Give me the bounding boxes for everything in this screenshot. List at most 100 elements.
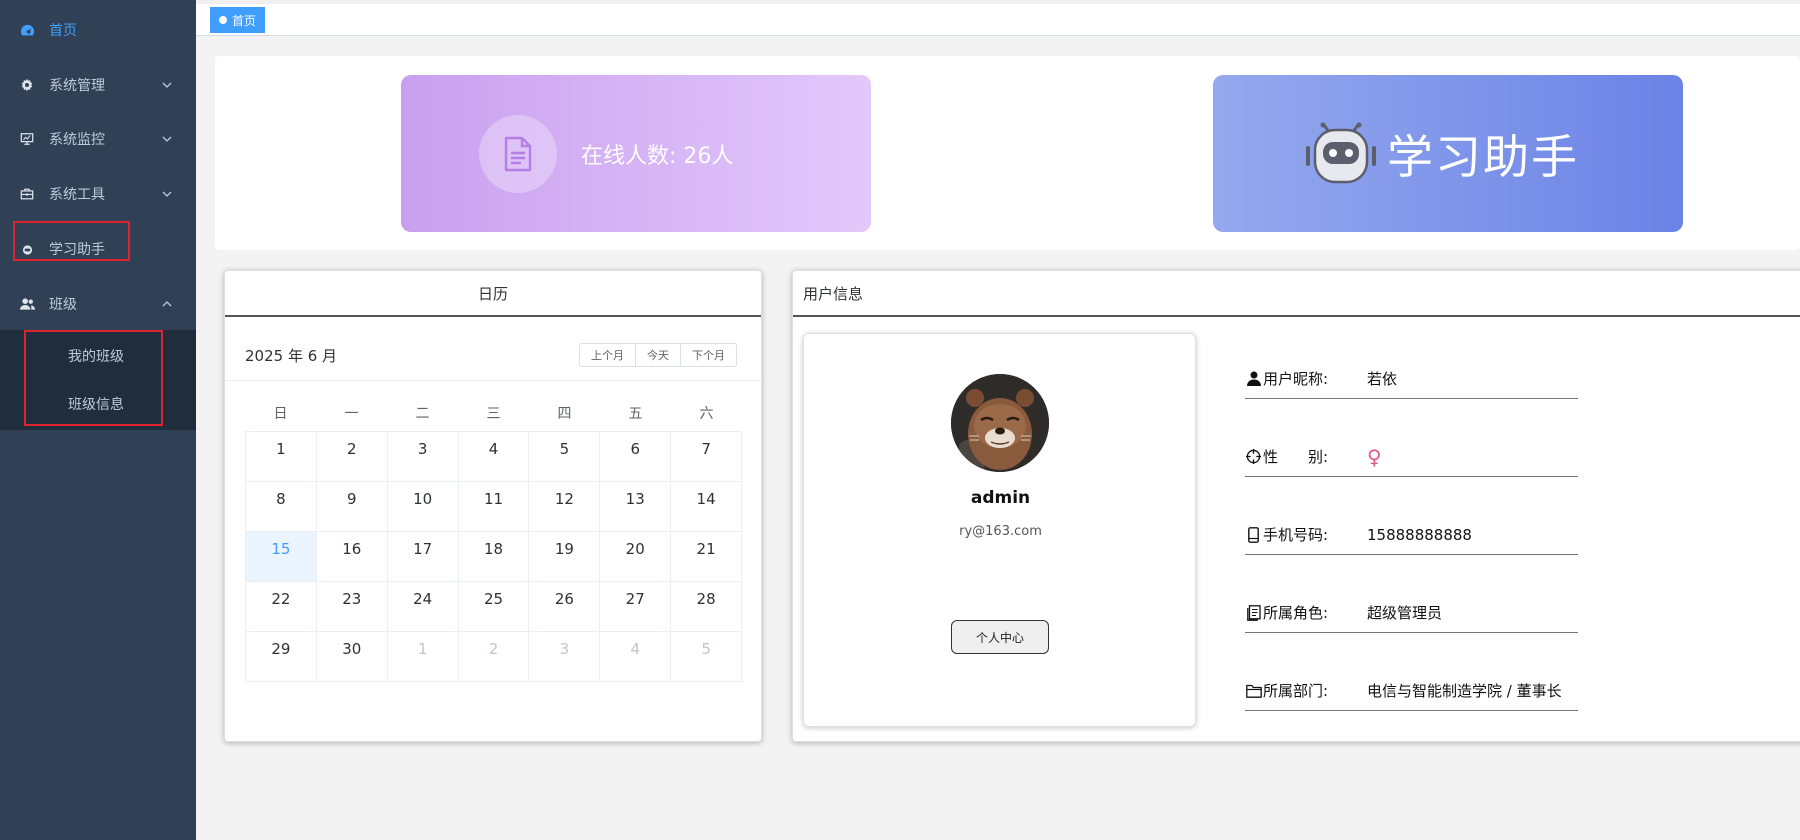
field-label: 所属角色: (1263, 604, 1329, 622)
sidebar-item-label: 我的班级 (68, 349, 124, 365)
calendar-day[interactable]: 14 (671, 482, 743, 532)
calendar-day[interactable]: 9 (316, 482, 388, 532)
calendar-day[interactable]: 28 (671, 582, 743, 632)
target-icon (1245, 448, 1262, 465)
profile-card: admin ry@163.com 个人中心 (803, 333, 1196, 727)
tag-label: 首页 (232, 13, 257, 28)
department-label: 所属部门: (1245, 680, 1367, 701)
sidebar-item-label: 首页 (49, 23, 77, 39)
calendar-day[interactable]: 4 (458, 432, 530, 482)
field-label: 用户昵称: (1263, 370, 1329, 388)
calendar-day[interactable]: 21 (671, 532, 743, 582)
weekday-label: 四 (557, 406, 572, 422)
calendar-day-next-month[interactable]: 1 (387, 632, 459, 682)
calendar-day[interactable]: 30 (316, 632, 388, 682)
gear-icon (19, 77, 35, 93)
calendar-week-row: 15 16 17 18 19 20 21 (246, 532, 743, 582)
tags-view: 首页 (196, 0, 1800, 36)
calendar-day-next-month[interactable]: 4 (600, 632, 672, 682)
calendar-day[interactable]: 6 (600, 432, 672, 482)
online-users-text: 在线人数: 26人 (581, 143, 734, 169)
calendar-day[interactable]: 29 (246, 632, 317, 682)
sidebar-item-system-tools[interactable]: 系统工具 (0, 167, 196, 221)
calendar-day[interactable]: 17 (387, 532, 459, 582)
weekday-label: 二 (415, 406, 430, 422)
calendar-day[interactable]: 10 (387, 482, 459, 532)
calendar-week-row: 22 23 24 25 26 27 28 (246, 582, 743, 632)
calendar-week-row: 29 30 1 2 3 4 5 (246, 632, 743, 682)
calendar-day[interactable]: 27 (600, 582, 672, 632)
sidebar-item-system-monitor[interactable]: 系统监控 (0, 112, 196, 166)
sidebar-item-my-class[interactable]: 我的班级 (0, 332, 196, 380)
dashboard-icon (19, 22, 35, 38)
user-name: admin (970, 488, 1031, 508)
personal-center-button[interactable]: 个人中心 (951, 620, 1049, 654)
calendar-month-title: 2025 年 6 月 (245, 347, 338, 365)
today-button[interactable]: 今天 (635, 343, 681, 367)
chevron-up-icon (160, 301, 174, 307)
study-assistant-card[interactable]: 学习助手 (1213, 75, 1683, 232)
calendar-day[interactable]: 3 (387, 432, 459, 482)
user-info-panel-title: 用户信息 (793, 271, 1800, 317)
info-row-gender: 性 别: ♀ (1245, 437, 1578, 477)
info-row-nickname: 用户昵称: 若依 (1245, 359, 1578, 399)
document-icon (479, 114, 557, 193)
calendar-day-next-month[interactable]: 3 (529, 632, 601, 682)
gender-label: 性 别: (1245, 446, 1367, 467)
calendar-day[interactable]: 26 (529, 582, 601, 632)
calendar-day[interactable]: 2 (316, 432, 388, 482)
sidebar-item-class-info[interactable]: 班级信息 (0, 380, 196, 428)
weekday-label: 日 (273, 406, 288, 422)
calendar-day-today[interactable]: 15 (246, 532, 317, 582)
active-dot-icon (219, 16, 227, 24)
user-email: ry@163.com (959, 524, 1042, 539)
sidebar: 首页 系统管理 系统监控 系统工具 学习助手 班级 我的班级 班级信息 (0, 0, 196, 840)
calendar-day[interactable]: 7 (671, 432, 743, 482)
calendar-day[interactable]: 16 (316, 532, 388, 582)
folder-icon (1245, 682, 1262, 699)
role-value: 超级管理员 (1367, 604, 1443, 622)
calendar-day[interactable]: 24 (387, 582, 459, 632)
calendar-day[interactable]: 12 (529, 482, 601, 532)
calendar-day[interactable]: 19 (529, 532, 601, 582)
calendar-day[interactable]: 8 (246, 482, 317, 532)
info-row-role: 所属角色: 超级管理员 (1245, 593, 1578, 633)
calendar-day-next-month[interactable]: 2 (458, 632, 530, 682)
calendar-day[interactable]: 20 (600, 532, 672, 582)
weekday-header: 日一二三四五六 (245, 395, 742, 431)
calendar-day[interactable]: 11 (458, 482, 530, 532)
sidebar-item-system-management[interactable]: 系统管理 (0, 58, 196, 112)
calendar-day[interactable]: 23 (316, 582, 388, 632)
weekday-label: 一 (344, 406, 359, 422)
phone-icon (1245, 526, 1262, 543)
calendar-day[interactable]: 1 (246, 432, 317, 482)
sidebar-item-label: 班级 (49, 297, 77, 313)
calendar-day[interactable]: 22 (246, 582, 317, 632)
users-icon (19, 296, 35, 312)
next-month-button[interactable]: 下个月 (680, 343, 737, 367)
calendar-panel: 日历 2025 年 6 月 上个月 今天 下个月 日一二三四五六 1234567… (224, 270, 762, 742)
calendar-day[interactable]: 18 (458, 532, 530, 582)
calendar-day[interactable]: 13 (600, 482, 672, 532)
sidebar-item-home[interactable]: 首页 (0, 3, 196, 57)
calendar-week-row: 1234567 (246, 432, 743, 482)
phone-label: 手机号码: (1245, 524, 1367, 545)
calendar-days: 1 2 3 4 5 6 7 8 9 10 11 12 13 14 15 16 17 18 19 20 21 22 23 24 2… (245, 431, 743, 682)
robot-icon (1305, 118, 1377, 190)
phone-value: 15888888888 (1367, 525, 1472, 544)
prev-month-button[interactable]: 上个月 (579, 343, 636, 367)
nickname-value: 若依 (1367, 370, 1398, 388)
sidebar-item-label: 系统工具 (49, 187, 105, 203)
field-label: 手机号码: (1263, 526, 1329, 544)
nickname-label: 用户昵称: (1245, 368, 1367, 389)
field-label: 所属部门: (1263, 682, 1329, 700)
calendar-day-next-month[interactable]: 5 (671, 632, 743, 682)
sidebar-item-study-assistant[interactable]: 学习助手 (0, 222, 196, 276)
avatar[interactable] (951, 374, 1049, 472)
calendar-day[interactable]: 25 (458, 582, 530, 632)
online-users-card[interactable]: 在线人数: 26人 (401, 75, 871, 232)
calendar-day[interactable]: 5 (529, 432, 601, 482)
sidebar-item-label: 系统管理 (49, 78, 105, 94)
tag-home[interactable]: 首页 (210, 7, 266, 33)
sidebar-item-class[interactable]: 班级 (0, 277, 196, 331)
